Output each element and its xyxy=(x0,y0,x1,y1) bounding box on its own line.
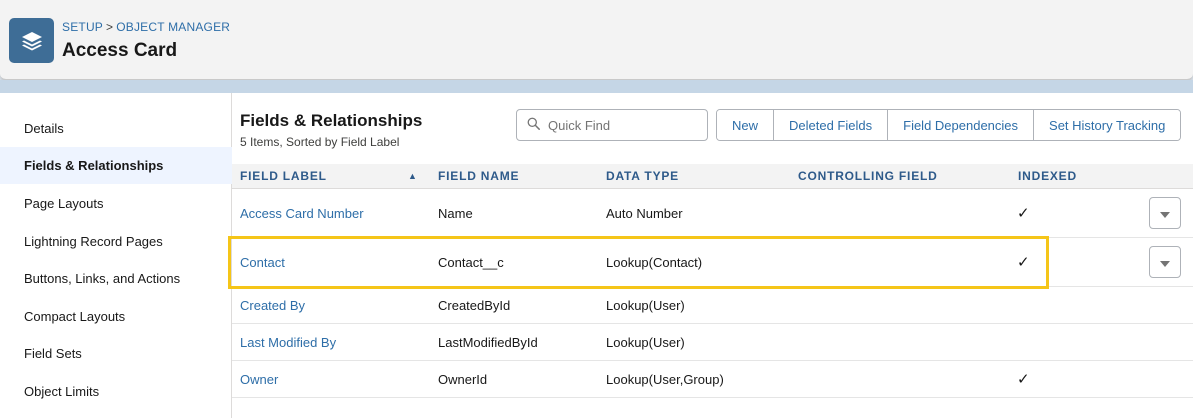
table-row: Owner OwnerId Lookup(User,Group) ✓ xyxy=(232,361,1193,398)
field-name: Name xyxy=(438,205,473,221)
table-row: Last Modified By LastModifiedById Lookup… xyxy=(232,324,1193,361)
deleted-fields-button[interactable]: Deleted Fields xyxy=(773,110,888,140)
data-type: Lookup(User) xyxy=(606,334,685,350)
page-title: Access Card xyxy=(62,40,178,61)
breadcrumb-separator: > xyxy=(106,20,114,34)
column-header-field-name[interactable]: FIELD NAME xyxy=(438,164,519,189)
row-actions-menu-button[interactable] xyxy=(1149,197,1181,229)
table-row: Contact Contact__c Lookup(Contact) ✓ xyxy=(232,238,1193,287)
layers-icon xyxy=(9,18,54,63)
sidebar-item-field-sets[interactable]: Field Sets xyxy=(0,335,232,372)
quick-find-input[interactable] xyxy=(548,117,698,133)
field-label-link[interactable]: Created By xyxy=(240,287,305,323)
column-header-controlling-field[interactable]: CONTROLLING FIELD xyxy=(798,164,938,189)
column-header-indexed[interactable]: INDEXED xyxy=(1018,164,1077,189)
main-panel: Fields & Relationships 5 Items, Sorted b… xyxy=(232,93,1193,418)
field-name: CreatedById xyxy=(438,297,511,313)
column-header-data-type[interactable]: DATA TYPE xyxy=(606,164,679,189)
breadcrumb-object-manager[interactable]: OBJECT MANAGER xyxy=(116,20,230,34)
sidebar: Details Fields & Relationships Page Layo… xyxy=(0,93,232,418)
new-button[interactable]: New xyxy=(717,110,774,140)
field-dependencies-button[interactable]: Field Dependencies xyxy=(887,110,1034,140)
data-type: Auto Number xyxy=(606,205,683,221)
breadcrumb: SETUP > OBJECT MANAGER xyxy=(62,20,230,34)
data-type: Lookup(User,Group) xyxy=(606,371,724,387)
sidebar-item-compact-layouts[interactable]: Compact Layouts xyxy=(0,298,232,335)
sidebar-item-object-limits[interactable]: Object Limits xyxy=(0,373,232,410)
section-title: Fields & Relationships xyxy=(240,111,423,130)
column-header-field-label[interactable]: FIELD LABEL xyxy=(240,164,327,189)
row-actions-menu-button[interactable] xyxy=(1149,246,1181,278)
field-label-link[interactable]: Last Modified By xyxy=(240,324,336,360)
checkmark-icon: ✓ xyxy=(1017,254,1030,271)
checkmark-icon: ✓ xyxy=(1017,205,1030,222)
field-name: LastModifiedById xyxy=(438,334,538,350)
search-icon xyxy=(527,117,540,133)
field-label-link[interactable]: Access Card Number xyxy=(240,189,364,237)
table-row: Created By CreatedById Lookup(User) xyxy=(232,287,1193,324)
data-type: Lookup(User) xyxy=(606,297,685,313)
checkmark-icon: ✓ xyxy=(1017,371,1030,388)
sort-ascending-icon[interactable]: ▲ xyxy=(408,164,417,189)
sidebar-item-buttons-links-actions[interactable]: Buttons, Links, and Actions xyxy=(0,260,232,297)
sidebar-item-fields-relationships[interactable]: Fields & Relationships xyxy=(0,147,232,184)
field-name: Contact__c xyxy=(438,254,504,270)
quick-find-box[interactable] xyxy=(516,109,708,141)
chevron-down-icon xyxy=(1160,255,1170,270)
action-button-group: New Deleted Fields Field Dependencies Se… xyxy=(716,109,1182,141)
chevron-down-icon xyxy=(1160,206,1170,221)
sidebar-item-details[interactable]: Details xyxy=(0,110,232,147)
sidebar-item-page-layouts[interactable]: Page Layouts xyxy=(0,185,232,222)
field-name: OwnerId xyxy=(438,371,488,387)
table-header: FIELD LABEL ▲ FIELD NAME DATA TYPE CONTR… xyxy=(232,164,1193,189)
breadcrumb-setup[interactable]: SETUP xyxy=(62,20,103,34)
sidebar-item-lightning-record-pages[interactable]: Lightning Record Pages xyxy=(0,223,232,260)
field-label-link[interactable]: Contact xyxy=(240,238,285,286)
page-header: SETUP > OBJECT MANAGER Access Card xyxy=(0,0,1193,80)
data-type: Lookup(Contact) xyxy=(606,254,703,270)
item-count-text: 5 Items, Sorted by Field Label xyxy=(240,135,400,149)
banner-strip xyxy=(0,80,1193,93)
table-row: Access Card Number Name Auto Number ✓ xyxy=(232,189,1193,238)
set-history-tracking-button[interactable]: Set History Tracking xyxy=(1033,110,1181,140)
field-label-link[interactable]: Owner xyxy=(240,361,278,397)
